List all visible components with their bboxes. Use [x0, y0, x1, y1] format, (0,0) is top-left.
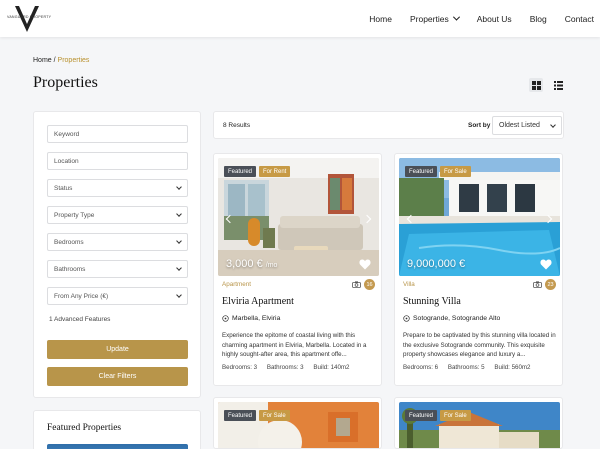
location-text: Marbella, Elviria	[232, 315, 281, 322]
bathrooms-label: Bathrooms	[54, 265, 86, 273]
bathrooms-select[interactable]: Bathrooms	[47, 260, 188, 278]
price-select[interactable]: From Any Price (€)	[47, 287, 188, 305]
spec-bedrooms: Bedrooms: 6	[403, 364, 439, 371]
chevron-down-icon	[176, 265, 182, 271]
photo-count: 23	[533, 279, 556, 290]
property-type-label: Property Type	[54, 211, 95, 219]
featured-badge: Featured	[224, 410, 257, 421]
status-badge: For Sale	[440, 166, 471, 177]
sort-select-value: Oldest Listed	[499, 122, 540, 129]
price-amount: 9,000,000 €	[407, 258, 466, 270]
chevron-down-icon	[452, 13, 460, 21]
results-bar: 8 Results Sort by Oldest Listed	[213, 111, 564, 139]
breadcrumb-current: Properties	[57, 57, 90, 64]
property-location: Marbella, Elviria	[222, 315, 280, 322]
spec-build: Build: 560m2	[494, 364, 531, 371]
status-badge: For Rent	[259, 166, 291, 177]
bedrooms-select[interactable]: Bedrooms	[47, 233, 188, 251]
property-category[interactable]: Apartment	[222, 281, 251, 288]
keyword-input[interactable]: Keyword	[47, 125, 188, 143]
photo-count-badge: 16	[364, 279, 375, 290]
chevron-down-icon	[176, 238, 182, 244]
status-select-label: Status	[54, 184, 73, 192]
spec-build: Build: 140m2	[313, 364, 350, 371]
property-description: Experience the epitome of coastal living…	[222, 332, 367, 358]
photo-count: 16	[352, 279, 375, 290]
featured-property-image[interactable]	[47, 444, 188, 449]
property-image[interactable]: Featured For Rent 3,000 € /mo	[218, 158, 379, 276]
property-specs: Bedrooms: 3 Bathrooms: 3 Build: 140m2	[222, 364, 358, 371]
chevron-down-icon	[176, 211, 182, 217]
clear-filters-button[interactable]: Clear Filters	[47, 367, 188, 386]
nav-properties-label: Properties	[409, 13, 449, 24]
featured-properties-title: Featured Properties	[47, 423, 122, 433]
site-header: VANGUARD PROPERTY Home Properties About …	[0, 0, 600, 37]
photo-count-badge: 23	[545, 279, 556, 290]
property-image[interactable]: Featured For Sale	[399, 402, 560, 448]
price-label: From Any Price (€)	[54, 292, 109, 300]
breadcrumb: Home / Properties	[33, 57, 89, 64]
property-specs: Bedrooms: 6 Bathrooms: 5 Build: 560m2	[403, 364, 539, 371]
page-title: Properties	[33, 74, 98, 91]
property-location: Sotogrande, Sotogrande Alto	[403, 315, 500, 322]
property-card[interactable]: Featured For Sale	[213, 397, 382, 449]
filter-sidebar: Keyword Location Status Property Type Be…	[33, 111, 201, 398]
location-pin-icon	[222, 315, 229, 322]
property-card[interactable]: Featured For Sale 9,000,000 € Villa 23 S…	[394, 153, 563, 386]
property-image[interactable]: Featured For Sale 9,000,000 €	[399, 158, 560, 276]
status-badge: For Sale	[259, 410, 290, 421]
grid-view-button[interactable]	[529, 78, 543, 92]
camera-icon	[533, 281, 542, 288]
logo-v-mark	[15, 6, 39, 32]
price-amount: 3,000 €	[226, 258, 263, 270]
bedrooms-label: Bedrooms	[54, 238, 84, 246]
grid-icon	[531, 80, 541, 90]
nav-home[interactable]: Home	[369, 14, 392, 24]
list-icon	[553, 80, 563, 90]
update-button[interactable]: Update	[47, 340, 188, 359]
featured-badge: Featured	[224, 166, 257, 177]
location-text: Sotogrande, Sotogrande Alto	[413, 315, 501, 322]
status-select[interactable]: Status	[47, 179, 188, 197]
property-title[interactable]: Stunning Villa	[403, 296, 461, 307]
results-count: 8 Results	[223, 122, 251, 129]
breadcrumb-home[interactable]: Home	[33, 57, 52, 64]
logo-text: VANGUARD PROPERTY	[7, 15, 52, 19]
status-badge: For Sale	[440, 410, 471, 421]
property-price: 9,000,000 €	[407, 258, 465, 270]
property-card[interactable]: Featured For Sale	[394, 397, 563, 449]
sort-by-label: Sort by	[468, 122, 491, 129]
property-category[interactable]: Villa	[403, 281, 415, 288]
property-title[interactable]: Elviria Apartment	[222, 296, 294, 307]
location-pin-icon	[403, 315, 410, 322]
spec-bedrooms: Bedrooms: 3	[222, 364, 258, 371]
site-logo[interactable]: VANGUARD PROPERTY	[7, 4, 52, 32]
sort-select[interactable]: Oldest Listed	[492, 116, 562, 135]
price-suffix: /mo	[265, 262, 278, 269]
spec-bathrooms: Bathrooms: 3	[266, 364, 304, 371]
property-card[interactable]: Featured For Rent 3,000 € /mo Apartment …	[213, 153, 382, 386]
main-nav: Home Properties About Us Blog Contact	[351, 0, 594, 37]
list-view-button[interactable]	[551, 78, 565, 92]
nav-contact[interactable]: Contact	[565, 14, 594, 24]
nav-properties[interactable]: Properties	[409, 13, 460, 24]
featured-properties-widget: Featured Properties	[33, 410, 201, 449]
property-price: 3,000 € /mo	[226, 258, 277, 270]
chevron-down-icon	[550, 122, 556, 128]
featured-badge: Featured	[405, 166, 438, 177]
property-image[interactable]: Featured For Sale	[218, 402, 379, 448]
chevron-down-icon	[176, 292, 182, 298]
featured-badge: Featured	[405, 410, 438, 421]
nav-about[interactable]: About Us	[477, 14, 512, 24]
camera-icon	[352, 281, 361, 288]
spec-bathrooms: Bathrooms: 5	[447, 364, 485, 371]
advanced-features-link[interactable]: 1 Advanced Features	[49, 316, 110, 323]
property-description: Prepare to be captivated by this stunnin…	[403, 332, 556, 358]
heart-icon[interactable]	[359, 259, 371, 270]
property-type-select[interactable]: Property Type	[47, 206, 188, 224]
nav-blog[interactable]: Blog	[530, 14, 547, 24]
chevron-down-icon	[176, 184, 182, 190]
location-input[interactable]: Location	[47, 152, 188, 170]
heart-icon[interactable]	[540, 259, 552, 270]
